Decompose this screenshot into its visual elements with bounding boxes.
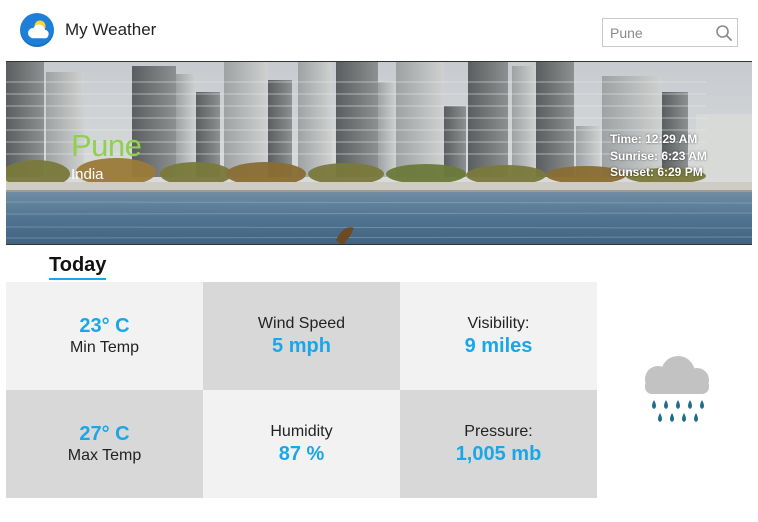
humidity-value: 87 % xyxy=(278,443,325,465)
min-temp-value: 23° C xyxy=(79,315,130,337)
pressure-label: Pressure: xyxy=(464,423,533,440)
rain-cloud-icon xyxy=(636,352,716,428)
city-banner: Pune India Time: 12:29 AM Sunrise: 6:23 … xyxy=(6,61,752,245)
wind-speed-value: 5 mph xyxy=(272,335,331,357)
min-temp-cell: 23° C Min Temp xyxy=(6,282,203,390)
visibility-cell: Visibility: 9 miles xyxy=(400,282,597,390)
sunset-time: Sunset: 6:29 PM xyxy=(610,165,703,179)
city-name: Pune xyxy=(71,128,142,163)
search-input[interactable] xyxy=(603,19,713,46)
today-heading: Today xyxy=(49,253,107,280)
max-temp-value: 27° C xyxy=(79,423,130,445)
visibility-value: 9 miles xyxy=(464,335,533,357)
wind-speed-label: Wind Speed xyxy=(257,315,346,332)
sunrise-time: Sunrise: 6:23 AM xyxy=(610,148,707,163)
wind-speed-cell: Wind Speed 5 mph xyxy=(203,282,400,390)
humidity-cell: Humidity 87 % xyxy=(203,390,400,498)
min-temp-label: Min Temp xyxy=(69,339,140,356)
country-name: India xyxy=(71,166,104,183)
pressure-value: 1,005 mb xyxy=(455,443,542,465)
app-header: My Weather xyxy=(0,0,758,60)
visibility-label: Visibility: xyxy=(467,315,530,332)
humidity-label: Humidity xyxy=(270,423,333,440)
weather-stats-grid: 23° C Min Temp Wind Speed 5 mph Visibili… xyxy=(6,282,597,498)
app-title: My Weather xyxy=(65,20,157,39)
local-time: Time: 12:29 AM xyxy=(610,132,698,146)
max-temp-label: Max Temp xyxy=(67,447,142,464)
search-icon[interactable] xyxy=(713,22,735,44)
pressure-cell: Pressure: 1,005 mb xyxy=(400,390,597,498)
search-box xyxy=(602,18,738,47)
time-info: Time: 12:29 AM Sunrise: 6:23 AM Sunset: … xyxy=(610,131,707,181)
max-temp-cell: 27° C Max Temp xyxy=(6,390,203,498)
cloud-sun-icon xyxy=(20,13,54,47)
